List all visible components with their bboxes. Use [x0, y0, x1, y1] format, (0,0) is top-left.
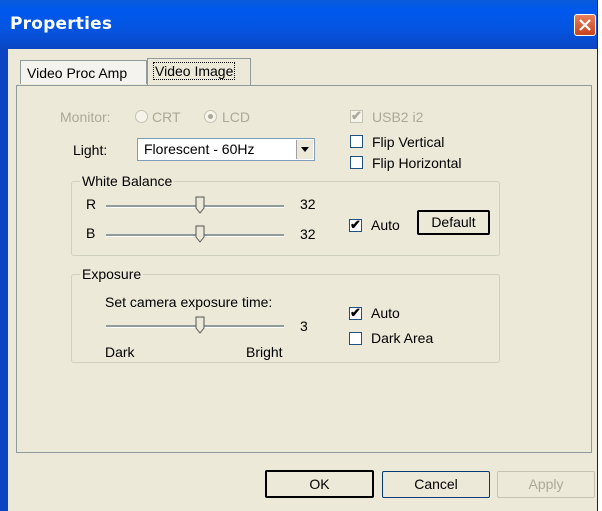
light-select-value: Florescent - 60Hz	[144, 141, 255, 157]
wb-auto-checkbox[interactable]: ✔	[349, 217, 362, 232]
apply-button[interactable]: Apply	[497, 471, 595, 498]
window-title: Properties	[10, 14, 113, 34]
exposure-group: Exposure	[71, 266, 500, 363]
flip-horizontal-checkbox[interactable]	[350, 156, 363, 169]
white-balance-title: White Balance	[80, 173, 175, 189]
light-label: Light:	[73, 142, 108, 158]
exposure-value: 3	[300, 318, 308, 334]
tab-video-proc-amp[interactable]: Video Proc Amp	[20, 60, 147, 84]
monitor-crt-label: CRT	[152, 109, 181, 125]
b-label: B	[86, 225, 96, 241]
apply-button-label: Apply	[528, 476, 564, 492]
r-label: R	[86, 196, 97, 212]
flip-vertical-checkbox[interactable]	[350, 135, 363, 148]
flip-horizontal-label: Flip Horizontal	[372, 155, 462, 171]
cancel-button[interactable]: Cancel	[382, 471, 490, 498]
usb2-checkbox[interactable]: ✔	[350, 108, 363, 123]
default-button-label: Default	[431, 214, 476, 230]
tab-video-image[interactable]: Video Image	[147, 58, 251, 85]
cancel-button-label: Cancel	[414, 476, 458, 492]
checkmark-icon: ✔	[351, 108, 362, 123]
close-icon	[579, 19, 591, 31]
r-slider-thumb[interactable]	[195, 196, 205, 214]
flip-vertical-label: Flip Vertical	[372, 134, 445, 150]
r-value: 32	[300, 196, 316, 212]
exposure-caption: Set camera exposure time:	[105, 294, 273, 310]
exposure-title: Exposure	[80, 266, 144, 282]
exposure-auto-checkbox[interactable]: ✔	[349, 305, 362, 320]
ok-button-label: OK	[309, 476, 330, 492]
tab-label: Video Image	[152, 62, 236, 80]
usb2-label: USB2 i2	[372, 109, 424, 125]
exposure-slider-thumb[interactable]	[195, 316, 205, 334]
checkmark-icon: ✔	[350, 305, 361, 320]
window-frame	[0, 49, 8, 511]
monitor-label: Monitor:	[60, 109, 111, 125]
b-value: 32	[300, 226, 316, 242]
monitor-lcd-label: LCD	[222, 109, 251, 125]
exposure-min-label: Dark	[105, 344, 135, 360]
wb-auto-label: Auto	[371, 217, 400, 233]
tab-label: Video Proc Amp	[27, 65, 128, 81]
ok-button[interactable]: OK	[265, 470, 374, 498]
dark-area-label: Dark Area	[371, 330, 434, 346]
exposure-auto-label: Auto	[371, 305, 400, 321]
dropdown-button[interactable]	[296, 140, 313, 159]
chevron-down-icon	[301, 147, 309, 152]
checkmark-icon: ✔	[350, 217, 361, 232]
properties-dialog: Properties Video Proc Amp Video Image Mo…	[0, 0, 598, 511]
monitor-lcd-radio[interactable]	[204, 110, 217, 123]
exposure-max-label: Bright	[246, 344, 283, 360]
dark-area-checkbox[interactable]	[349, 332, 362, 345]
b-slider-thumb[interactable]	[195, 225, 205, 243]
monitor-crt-radio[interactable]	[135, 110, 148, 123]
light-select[interactable]: Florescent - 60Hz	[137, 138, 315, 161]
title-bar[interactable]: Properties	[0, 0, 597, 49]
default-button[interactable]: Default	[417, 210, 490, 235]
close-button[interactable]	[574, 14, 596, 36]
